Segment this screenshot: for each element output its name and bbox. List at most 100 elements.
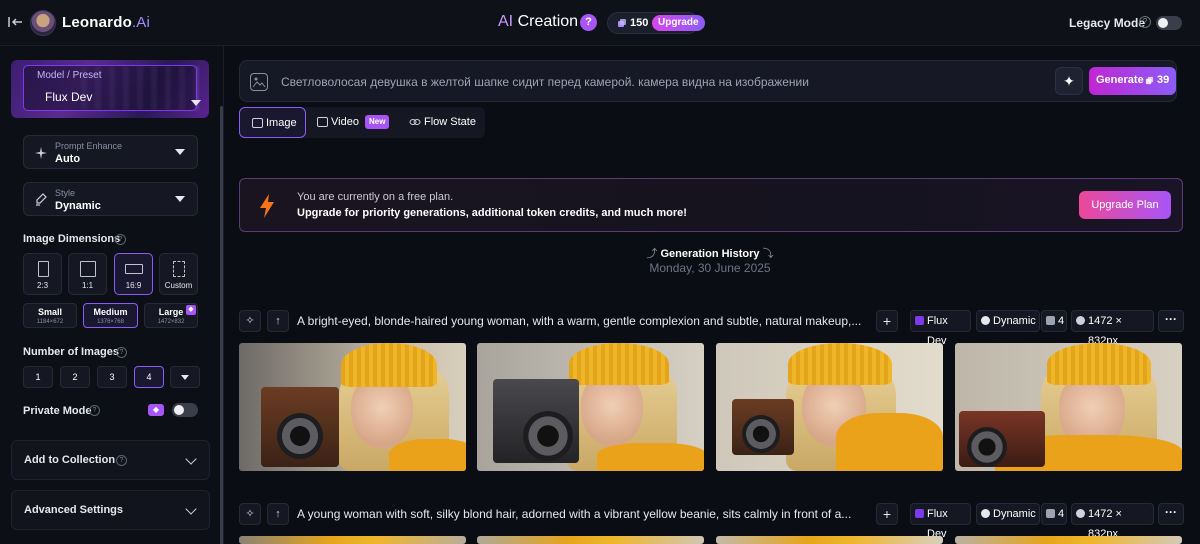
generated-image-4[interactable] bbox=[955, 343, 1182, 471]
model-chip: Flux Dev bbox=[910, 503, 971, 540]
image-count-3-button[interactable]: 3 bbox=[97, 366, 127, 388]
tab-video[interactable]: Video New bbox=[306, 107, 396, 138]
size-large-button[interactable]: Large 1472×832 ◆ bbox=[144, 303, 198, 328]
generation-prompt[interactable]: A bright-eyed, blonde-haired young woman… bbox=[297, 314, 867, 328]
advanced-settings-section[interactable]: Advanced Settings bbox=[11, 490, 210, 530]
image-dimensions-label: Image Dimensions bbox=[23, 233, 121, 245]
size-label: Medium bbox=[93, 307, 128, 317]
private-mode-text: Private Mode bbox=[23, 405, 92, 417]
drop-icon bbox=[981, 316, 990, 325]
brush-icon bbox=[36, 193, 47, 206]
avatar[interactable] bbox=[30, 10, 56, 36]
generation-prompt[interactable]: A young woman with soft, silky blond hai… bbox=[297, 507, 867, 521]
prompt-enhance-select[interactable]: Prompt Enhance Auto bbox=[23, 135, 198, 169]
reuse-prompt-arrow-icon[interactable]: ↑ bbox=[267, 503, 289, 525]
title-rest: Creation bbox=[513, 13, 579, 30]
move-icon bbox=[1076, 509, 1085, 518]
mode-tabs: Image Video New Flow State bbox=[239, 107, 485, 138]
images-icon bbox=[1046, 316, 1055, 325]
link-icon bbox=[409, 119, 421, 125]
collapse-sidebar-icon[interactable] bbox=[8, 14, 24, 30]
size-medium-button[interactable]: Medium 1376×768 bbox=[83, 303, 138, 328]
prompt-enhance-sparkle-button[interactable]: ✦ bbox=[1055, 67, 1083, 95]
add-button[interactable]: + bbox=[876, 503, 898, 525]
generated-image-2[interactable] bbox=[477, 343, 704, 471]
number-of-images-label: Number of Images bbox=[23, 346, 119, 358]
model-icon bbox=[915, 509, 924, 518]
banner-line-2: Upgrade for priority generations, additi… bbox=[297, 207, 687, 219]
remix-wand-icon[interactable]: ✧ bbox=[239, 310, 261, 332]
tab-video-label: Video bbox=[331, 116, 359, 128]
private-mode-toggle[interactable] bbox=[172, 403, 198, 417]
generate-cost: 39 bbox=[1157, 74, 1170, 86]
image-lens bbox=[277, 413, 323, 459]
upgrade-plan-button[interactable]: Upgrade Plan bbox=[1079, 191, 1171, 219]
generation-header: ✧ ↑ A young woman with soft, silky blond… bbox=[239, 503, 1184, 540]
image-sweater bbox=[836, 413, 943, 471]
style-select[interactable]: Style Dynamic bbox=[23, 182, 198, 216]
generated-image-3[interactable] bbox=[716, 343, 943, 471]
legacy-help-icon[interactable]: ? bbox=[1139, 16, 1151, 28]
tab-flow-state[interactable]: Flow State bbox=[399, 107, 485, 138]
help-icon[interactable]: ? bbox=[580, 14, 597, 31]
prompt-input-area[interactable]: Светловолосая девушка в желтой шапке сид… bbox=[239, 60, 1177, 102]
count-chip-label: 4 bbox=[1058, 315, 1065, 327]
chevron-down-icon bbox=[181, 375, 189, 380]
token-icon bbox=[1145, 76, 1154, 85]
dimensions-chip: 1472 × 832px bbox=[1071, 310, 1154, 347]
generate-button[interactable]: Generate 39 bbox=[1089, 67, 1176, 95]
chevron-down-icon bbox=[185, 503, 197, 515]
generated-image-6[interactable] bbox=[477, 536, 704, 544]
generated-image-5[interactable] bbox=[239, 536, 466, 544]
image-count-1-button[interactable]: 1 bbox=[23, 366, 53, 388]
image-lens bbox=[742, 415, 780, 453]
image-lens bbox=[967, 427, 1007, 467]
count-chip-label: 4 bbox=[1058, 508, 1065, 520]
aspect-label: 16:9 bbox=[125, 281, 142, 290]
more-options-button[interactable]: ··· bbox=[1158, 503, 1184, 525]
size-label: Small bbox=[37, 307, 62, 317]
page-title: AI Creation bbox=[498, 13, 578, 31]
generated-image-1[interactable] bbox=[239, 343, 466, 471]
image-hat bbox=[341, 343, 437, 387]
remix-wand-icon[interactable]: ✧ bbox=[239, 503, 261, 525]
model-icon bbox=[915, 316, 924, 325]
premium-gem-icon: ◆ bbox=[148, 404, 164, 416]
help-icon[interactable]: ? bbox=[116, 455, 127, 466]
image-count-2-button[interactable]: 2 bbox=[60, 366, 90, 388]
generated-image-8[interactable] bbox=[955, 536, 1182, 544]
legacy-mode-toggle[interactable] bbox=[1156, 16, 1182, 30]
generation-history-label: Generation History bbox=[660, 248, 760, 260]
generated-image-7[interactable] bbox=[716, 536, 943, 544]
generation-history-title[interactable]: ⤴ Generation History ⤵ bbox=[0, 245, 1200, 261]
brand-logo[interactable]: Leonardo.Ai bbox=[62, 14, 150, 31]
add-button[interactable]: + bbox=[876, 310, 898, 332]
prompt-text[interactable]: Светловолосая девушка в желтой шапке сид… bbox=[281, 75, 809, 89]
legacy-mode-label: Legacy Mode bbox=[1069, 16, 1146, 30]
help-icon[interactable]: ? bbox=[115, 234, 126, 245]
sort-down-icon: ⤵ bbox=[759, 248, 774, 260]
help-icon[interactable]: ? bbox=[89, 405, 100, 416]
generate-label: Generate bbox=[1096, 74, 1144, 86]
tab-image[interactable]: Image bbox=[239, 107, 306, 138]
sidebar: Model / Preset Flux Dev Prompt Enhance A… bbox=[0, 46, 224, 544]
chevron-down-icon bbox=[185, 453, 197, 465]
token-icon bbox=[618, 19, 626, 27]
model-preset-selector[interactable]: Model / Preset Flux Dev bbox=[11, 60, 209, 118]
image-count-more-button[interactable] bbox=[170, 366, 200, 388]
upgrade-button[interactable]: Upgrade bbox=[652, 15, 705, 31]
help-icon[interactable]: ? bbox=[116, 347, 127, 358]
generation-date: Monday, 30 June 2025 bbox=[649, 261, 771, 275]
drop-icon bbox=[981, 509, 990, 518]
title-prefix: AI bbox=[498, 13, 514, 30]
more-options-button[interactable]: ··· bbox=[1158, 310, 1184, 332]
add-to-collection-section[interactable]: Add to Collection ? bbox=[11, 440, 210, 480]
image-lens bbox=[523, 411, 573, 461]
reuse-prompt-arrow-icon[interactable]: ↑ bbox=[267, 310, 289, 332]
token-balance[interactable]: 150 Upgrade bbox=[607, 12, 705, 34]
image-sweater bbox=[597, 443, 704, 471]
sidebar-scrollbar[interactable] bbox=[220, 106, 223, 544]
size-small-button[interactable]: Small 1184×672 bbox=[23, 303, 77, 328]
image-count-4-button[interactable]: 4 bbox=[134, 366, 164, 388]
image-upload-icon[interactable] bbox=[250, 73, 268, 91]
